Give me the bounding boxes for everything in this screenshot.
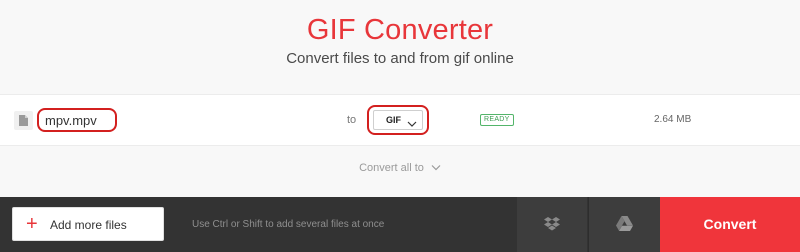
- format-select[interactable]: GIF: [367, 105, 429, 135]
- convert-all-dropdown[interactable]: Convert all to: [0, 162, 800, 174]
- dropbox-icon: [544, 217, 560, 231]
- convert-all-label: Convert all to: [359, 162, 424, 174]
- convert-button[interactable]: Convert: [660, 197, 800, 252]
- multi-select-hint: Use Ctrl or Shift to add several files a…: [192, 219, 385, 230]
- page-subtitle: Convert files to and from gif online: [286, 50, 514, 67]
- to-label: to: [347, 114, 357, 126]
- google-drive-button[interactable]: [588, 197, 660, 252]
- page-header: GIF Converter Convert files to and from …: [0, 0, 800, 94]
- format-select-box[interactable]: GIF: [373, 110, 423, 130]
- add-more-files-button[interactable]: + Add more files: [12, 207, 164, 241]
- footer-bar: + Add more files Use Ctrl or Shift to ad…: [0, 197, 800, 252]
- file-size: 2.64 MB: [654, 114, 692, 125]
- add-more-files-label: Add more files: [50, 218, 127, 232]
- plus-icon: +: [26, 213, 38, 235]
- file-row: mpv.mpv to GIF READY 2.64 MB: [0, 94, 800, 146]
- chevron-down-icon: [407, 115, 417, 133]
- format-value: GIF: [386, 115, 401, 125]
- status-badge: READY: [480, 114, 514, 126]
- file-icon: [14, 111, 33, 130]
- page-title: GIF Converter: [306, 14, 494, 46]
- chevron-down-icon: [431, 162, 441, 174]
- google-drive-icon: [616, 216, 633, 231]
- file-name: mpv.mpv: [37, 108, 117, 132]
- dropbox-button[interactable]: [517, 197, 587, 252]
